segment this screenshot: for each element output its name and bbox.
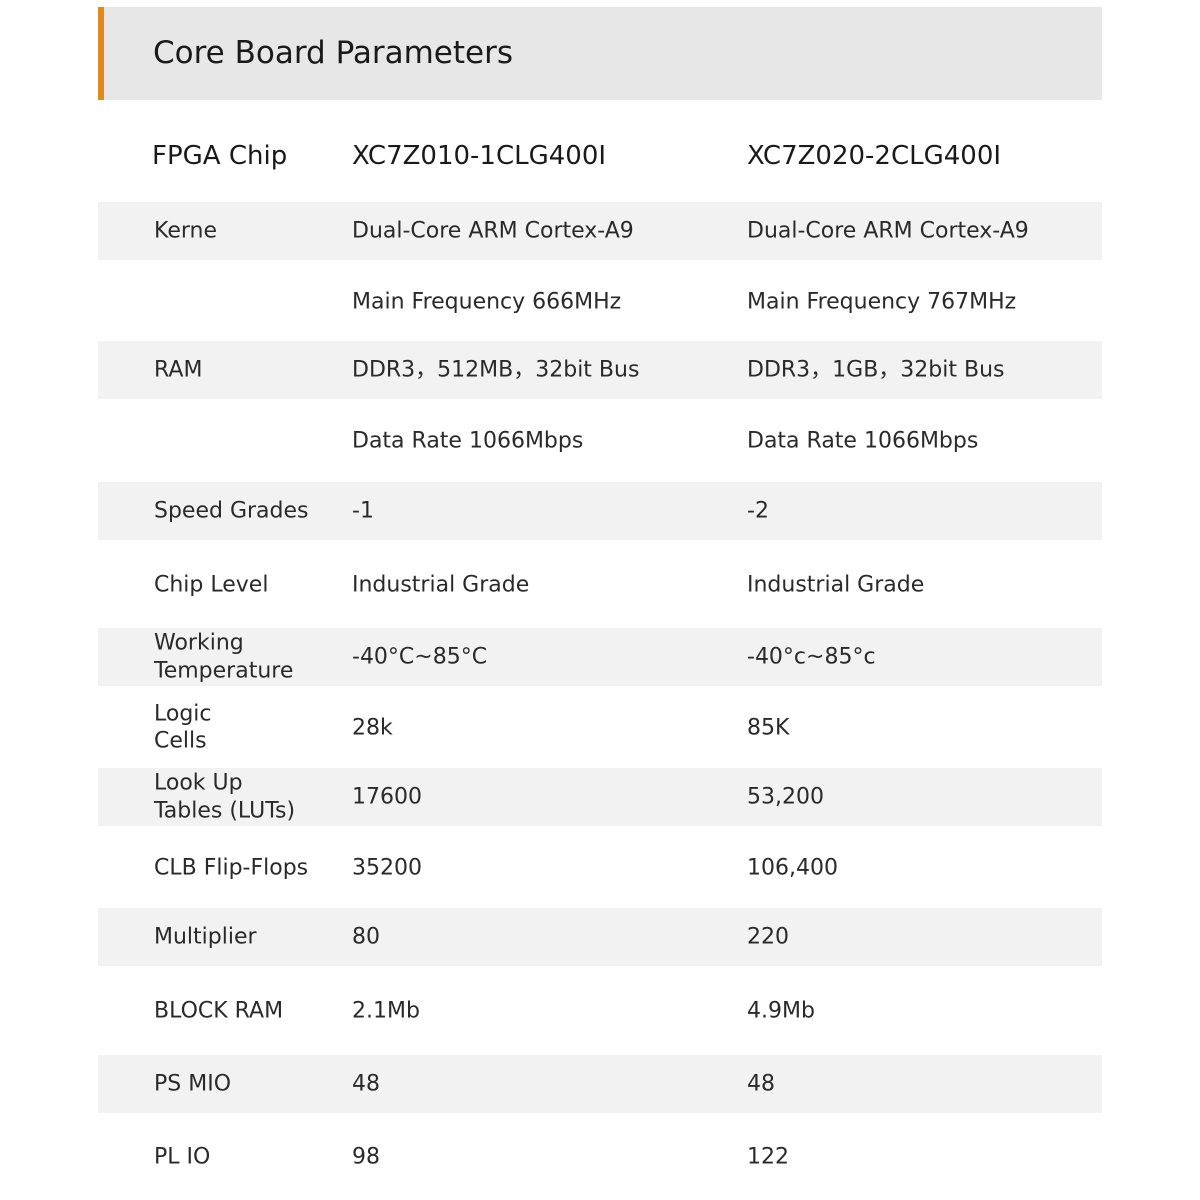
row-label: Speed Grades [154, 498, 309, 524]
row-label: Chip Level [154, 571, 269, 597]
table-row: PL IO 98 122 [98, 1114, 1102, 1200]
table-row: Chip Level Industrial Grade Industrial Gra… [98, 541, 1102, 628]
row-value-model-2: Main Frequency 767MHz [747, 289, 1017, 315]
table-row: BLOCK RAM 2.1Mb 4.9Mb [98, 967, 1102, 1055]
row-label: BLOCK RAM [154, 998, 284, 1024]
table-row: Data Rate 1066Mbps Data Rate 1066Mbps [98, 400, 1102, 482]
row-label: Multiplier [154, 924, 257, 950]
row-value-model-2: 48 [747, 1071, 775, 1097]
row-value-model-2: Data Rate 1066Mbps [747, 428, 979, 454]
row-value-model-2: 85K [747, 714, 790, 740]
column-header-model-1: XC7Z010-1CLG400I [352, 140, 607, 171]
row-value-model-1: Data Rate 1066Mbps [352, 428, 584, 454]
table-row: RAM DDR3，512MB，32bit Bus DDR3，1GB，32bit Bu… [98, 341, 1102, 399]
section-title: Core Board Parameters [153, 35, 513, 71]
row-value-model-1: 17600 [352, 784, 422, 810]
row-value-model-2: -40°c~85°c [747, 644, 876, 670]
row-label: PL IO [154, 1144, 211, 1170]
table-row: PS MIO 48 48 [98, 1055, 1102, 1113]
row-value-model-2: 4.9Mb [747, 998, 815, 1024]
row-label: Kerne [154, 218, 218, 244]
row-value-model-2: -2 [747, 498, 769, 524]
table-row: Multiplier 80 220 [98, 908, 1102, 966]
row-label: Logic Cells [154, 701, 212, 754]
row-value-model-2: Dual-Core ARM Cortex-A9 [747, 218, 1029, 244]
row-value-model-2: 220 [747, 924, 789, 950]
table-header-row: FPGA Chip XC7Z010-1CLG400I XC7Z020-2CLG4… [98, 110, 1102, 202]
table-row: Speed Grades -1 -2 [98, 482, 1102, 540]
row-value-model-2: 106,400 [747, 854, 838, 880]
row-value-model-1: 80 [352, 924, 380, 950]
section-header: Core Board Parameters [98, 7, 1102, 100]
row-label: RAM [154, 357, 203, 383]
row-value-model-1: 28k [352, 714, 393, 740]
row-value-model-2: 53,200 [747, 784, 824, 810]
table-row: CLB Flip-Flops 35200 106,400 [98, 827, 1102, 908]
row-label: CLB Flip-Flops [154, 854, 309, 880]
row-value-model-1: -40°C~85°C [352, 644, 488, 670]
row-value-model-1: DDR3，512MB，32bit Bus [352, 357, 640, 383]
table-row: Kerne Dual-Core ARM Cortex-A9 Dual-Core AR… [98, 202, 1102, 260]
row-value-model-1: -1 [352, 498, 374, 524]
row-value-model-1: Industrial Grade [352, 571, 530, 597]
row-label: Working Temperature [154, 630, 294, 684]
row-value-model-1: 98 [352, 1144, 380, 1170]
table-row: Main Frequency 666MHz Main Frequency 767M… [98, 262, 1102, 342]
row-value-model-2: Industrial Grade [747, 571, 925, 597]
row-label: PS MIO [154, 1071, 232, 1097]
column-header-model-2: XC7Z020-2CLG400I [747, 140, 1002, 171]
column-header-label: FPGA Chip [152, 140, 288, 171]
header-accent-bar [98, 7, 104, 100]
row-value-model-2: 122 [747, 1144, 789, 1170]
row-value-model-1: 35200 [352, 854, 422, 880]
table-row: Look Up Tables (LUTs) 17600 53,200 [98, 768, 1102, 826]
row-label: Look Up Tables (LUTs) [154, 770, 296, 824]
row-value-model-1: Dual-Core ARM Cortex-A9 [352, 218, 634, 244]
table-row: Logic Cells 28k 85K [98, 687, 1102, 768]
row-value-model-1: 2.1Mb [352, 998, 420, 1024]
row-value-model-1: 48 [352, 1071, 380, 1097]
table-row: Working Temperature -40°C~85°C -40°c~85°c [98, 628, 1102, 686]
row-value-model-1: Main Frequency 666MHz [352, 289, 622, 315]
row-value-model-2: DDR3，1GB，32bit Bus [747, 357, 1005, 383]
